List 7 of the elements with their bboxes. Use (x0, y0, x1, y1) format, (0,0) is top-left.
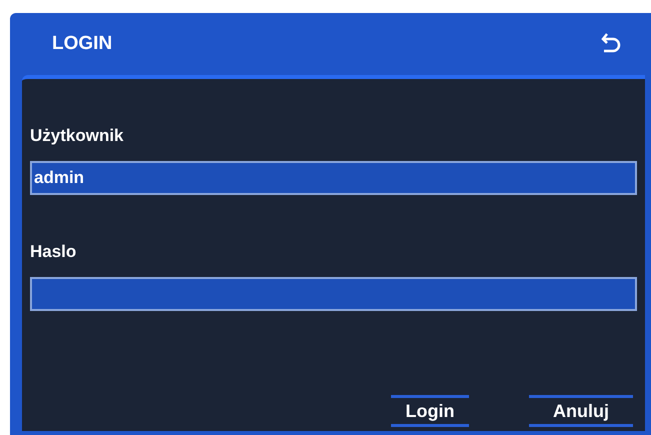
field-label: Haslo (30, 241, 78, 263)
window-title: LOGIN (52, 32, 112, 56)
dialog-button[interactable]: Login (391, 395, 469, 427)
input-field[interactable] (30, 277, 637, 311)
dialog-button[interactable]: Anuluj (529, 395, 633, 427)
input-field[interactable]: admin (30, 161, 637, 195)
field-label: Użytkownik (30, 125, 125, 147)
